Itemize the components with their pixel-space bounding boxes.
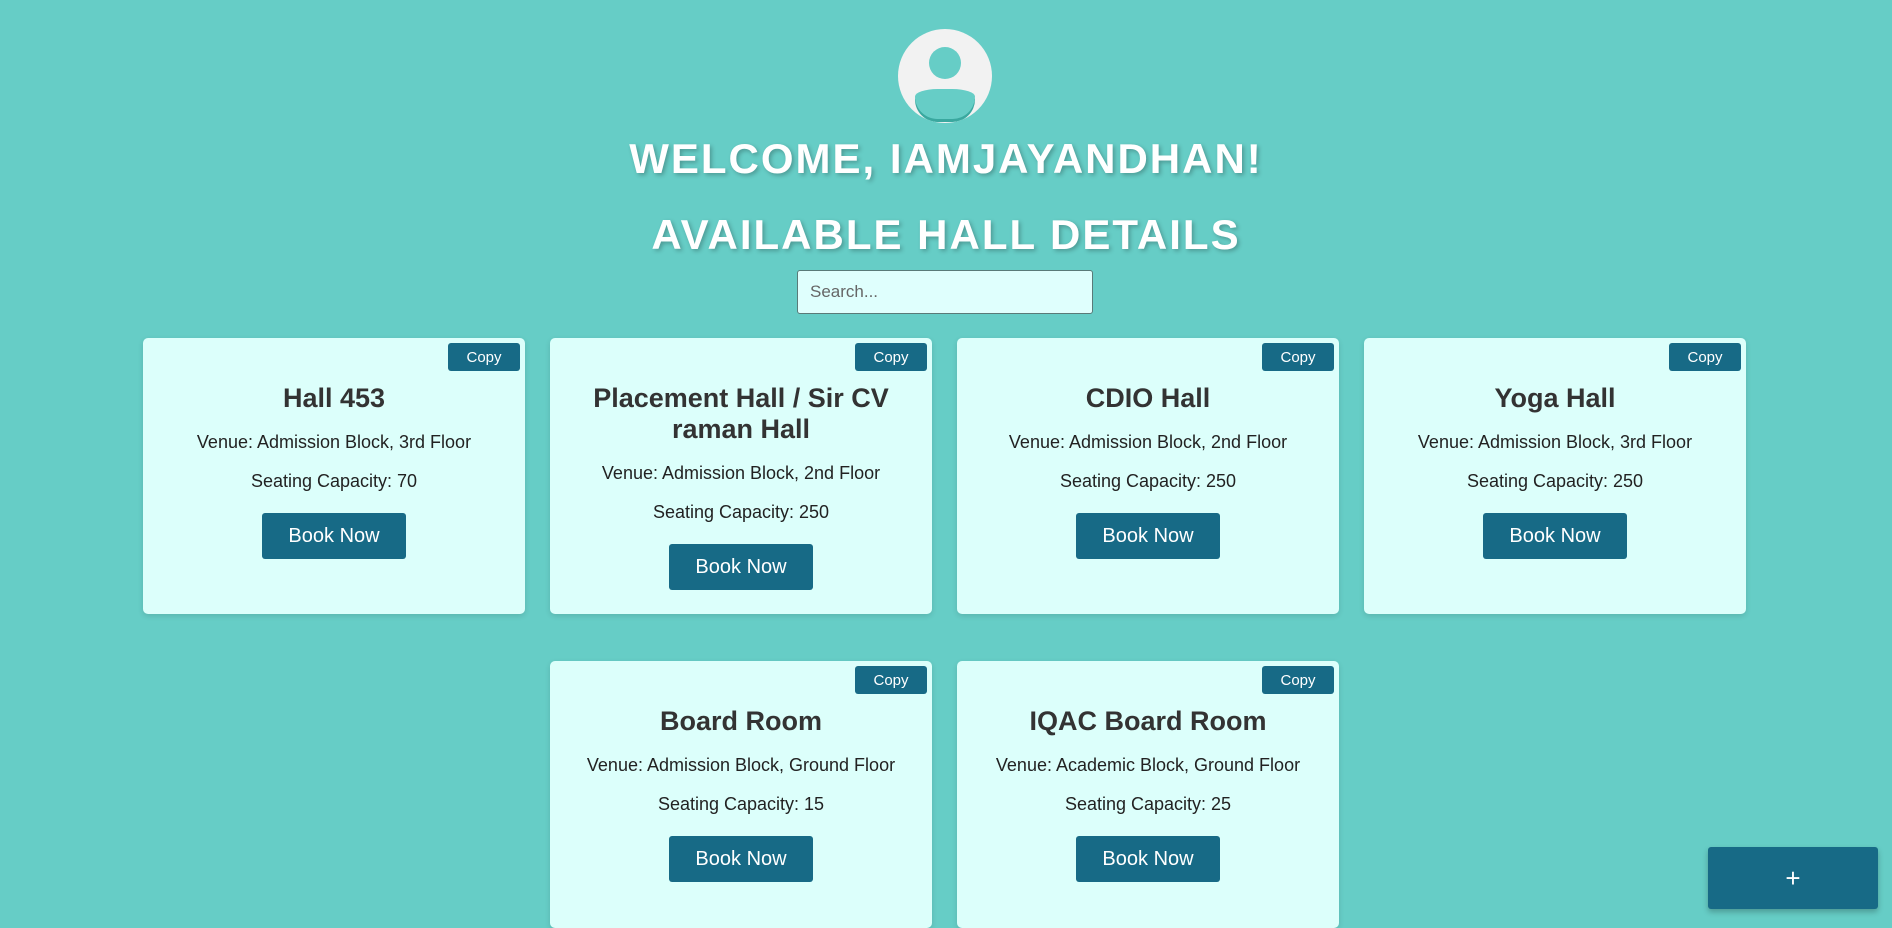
hall-venue: Venue: Admission Block, Ground Floor [586, 755, 896, 775]
hall-card: Copy Placement Hall / Sir CV raman Hall … [550, 338, 932, 614]
hall-name: Yoga Hall [1494, 383, 1616, 413]
search-input[interactable] [797, 270, 1093, 314]
hall-card: Copy CDIO Hall Venue: Admission Block, 2… [957, 338, 1339, 614]
avatar-body [915, 89, 975, 119]
page-title: AVAILABLE HALL DETAILS [651, 211, 1241, 258]
book-now-button[interactable]: Book Now [669, 836, 813, 882]
copy-button[interactable]: Copy [1262, 343, 1334, 371]
user-avatar-icon [898, 29, 992, 123]
hall-venue: Venue: Admission Block, 3rd Floor [196, 432, 472, 452]
book-now-button[interactable]: Book Now [1483, 513, 1627, 559]
copy-button[interactable]: Copy [855, 343, 927, 371]
add-hall-button[interactable]: + [1708, 847, 1878, 909]
hall-name: CDIO Hall [1085, 383, 1211, 413]
hall-name: Hall 453 [282, 383, 386, 413]
copy-button[interactable]: Copy [1262, 666, 1334, 694]
hall-capacity: Seating Capacity: 250 [1466, 471, 1644, 491]
hall-capacity: Seating Capacity: 250 [1059, 471, 1237, 491]
hall-capacity: Seating Capacity: 250 [652, 502, 830, 522]
book-now-button[interactable]: Book Now [1076, 836, 1220, 882]
copy-button[interactable]: Copy [448, 343, 520, 371]
hall-name: IQAC Board Room [1029, 706, 1267, 736]
hall-name: Board Room [660, 706, 822, 736]
book-now-button[interactable]: Book Now [1076, 513, 1220, 559]
book-now-button[interactable]: Book Now [669, 544, 813, 590]
hall-capacity: Seating Capacity: 15 [657, 794, 825, 814]
copy-button[interactable]: Copy [855, 666, 927, 694]
hall-card: Copy Yoga Hall Venue: Admission Block, 3… [1364, 338, 1746, 614]
hall-card: Copy Board Room Venue: Admission Block, … [550, 661, 932, 928]
book-now-button[interactable]: Book Now [262, 513, 406, 559]
hall-venue: Venue: Academic Block, Ground Floor [995, 755, 1301, 775]
hall-venue: Venue: Admission Block, 2nd Floor [1008, 432, 1288, 452]
hall-card: Copy Hall 453 Venue: Admission Block, 3r… [143, 338, 525, 614]
hall-capacity: Seating Capacity: 70 [250, 471, 418, 491]
hall-venue: Venue: Admission Block, 2nd Floor [601, 463, 881, 483]
hall-name: Placement Hall / Sir CV raman Hall [593, 383, 889, 444]
hall-capacity: Seating Capacity: 25 [1064, 794, 1232, 814]
hall-venue: Venue: Admission Block, 3rd Floor [1417, 432, 1693, 452]
hall-card: Copy IQAC Board Room Venue: Academic Blo… [957, 661, 1339, 928]
avatar-head [929, 47, 961, 79]
copy-button[interactable]: Copy [1669, 343, 1741, 371]
welcome-heading: WELCOME, IAMJAYANDHAN! [629, 135, 1263, 182]
